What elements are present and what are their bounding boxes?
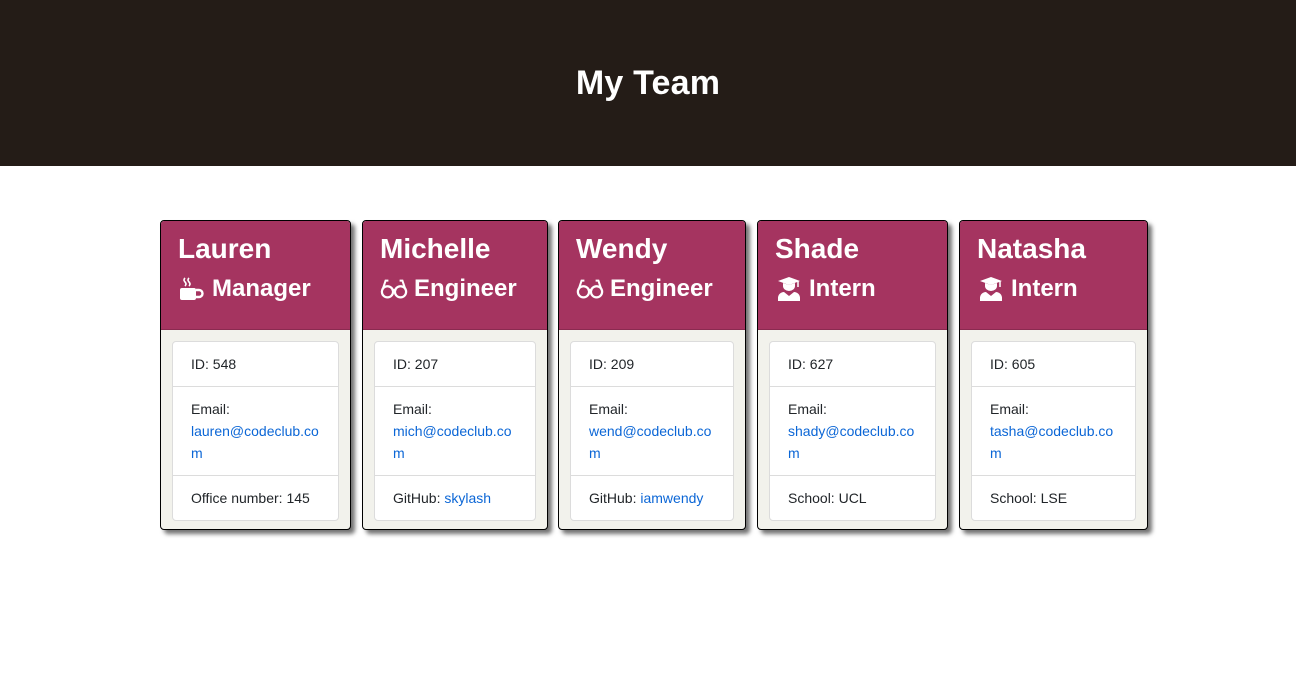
member-role-label: Engineer (610, 275, 713, 302)
glasses-icon (576, 276, 604, 302)
email-link[interactable]: shady@codeclub.com (788, 423, 914, 461)
member-school: School: LSE (990, 490, 1068, 506)
github-label: GitHub: (393, 490, 445, 506)
email-label: Email: (191, 401, 230, 417)
card-header: Natasha Intern (960, 221, 1147, 330)
member-id: ID: 548 (173, 342, 338, 387)
member-role: Manager (178, 275, 333, 303)
member-email-row: Email: mich@codeclub.com (375, 387, 535, 476)
member-details-list: ID: 209 Email: wend@codeclub.com GitHub:… (570, 341, 734, 521)
card-body: ID: 605 Email: tasha@codeclub.com School… (960, 330, 1147, 521)
card-header: Shade Intern (758, 221, 947, 330)
email-link[interactable]: tasha@codeclub.com (990, 423, 1113, 461)
member-card-wendy: Wendy Engineer ID: 209 Email: wend@codec… (558, 220, 746, 530)
card-body: ID: 207 Email: mich@codeclub.com GitHub:… (363, 330, 547, 521)
member-role-label: Intern (809, 275, 876, 302)
card-header: Wendy Engineer (559, 221, 745, 330)
page-title: My Team (575, 63, 721, 102)
member-github-row: GitHub: skylash (375, 476, 535, 520)
card-header: Lauren Manager (161, 221, 350, 330)
member-role: Engineer (380, 275, 530, 303)
member-role: Intern (977, 275, 1130, 303)
member-email-row: Email: tasha@codeclub.com (972, 387, 1135, 476)
member-office-number: Office number: 145 (191, 490, 310, 506)
member-role: Engineer (576, 275, 728, 303)
member-id: ID: 605 (972, 342, 1135, 387)
member-details-list: ID: 627 Email: shady@codeclub.com School… (769, 341, 936, 521)
member-school: School: UCL (788, 490, 867, 506)
member-card-lauren: Lauren Manager ID: 548 Email: lauren@cod… (160, 220, 351, 530)
card-body: ID: 209 Email: wend@codeclub.com GitHub:… (559, 330, 745, 521)
email-label: Email: (589, 401, 628, 417)
member-card-natasha: Natasha Intern ID: 605 Email: tasha@code… (959, 220, 1148, 530)
member-role: Intern (775, 275, 930, 303)
member-role-label: Intern (1011, 275, 1078, 302)
github-link[interactable]: iamwendy (640, 490, 703, 506)
member-card-shade: Shade Intern ID: 627 Email: shady@codecl… (757, 220, 948, 530)
email-link[interactable]: mich@codeclub.com (393, 423, 512, 461)
email-label: Email: (788, 401, 827, 417)
card-body: ID: 627 Email: shady@codeclub.com School… (758, 330, 947, 521)
member-id: ID: 207 (375, 342, 535, 387)
member-email-row: Email: wend@codeclub.com (571, 387, 733, 476)
member-role-label: Engineer (414, 275, 517, 302)
member-id: ID: 209 (571, 342, 733, 387)
github-label: GitHub: (589, 490, 641, 506)
glasses-icon (380, 276, 408, 302)
member-email-row: Email: lauren@codeclub.com (173, 387, 338, 476)
email-link[interactable]: lauren@codeclub.com (191, 423, 319, 461)
team-cards-container: Lauren Manager ID: 548 Email: lauren@cod… (0, 166, 1296, 683)
email-label: Email: (393, 401, 432, 417)
email-link[interactable]: wend@codeclub.com (589, 423, 711, 461)
email-label: Email: (990, 401, 1029, 417)
graduate-icon (775, 276, 803, 302)
member-details-list: ID: 207 Email: mich@codeclub.com GitHub:… (374, 341, 536, 521)
coffee-mug-icon (178, 276, 206, 302)
member-name: Wendy (576, 233, 668, 264)
member-card-michelle: Michelle Engineer ID: 207 Email: mich@co… (362, 220, 548, 530)
github-link[interactable]: skylash (444, 490, 491, 506)
member-github-row: GitHub: iamwendy (571, 476, 733, 520)
graduate-icon (977, 276, 1005, 302)
member-details-list: ID: 605 Email: tasha@codeclub.com School… (971, 341, 1136, 521)
member-details-list: ID: 548 Email: lauren@codeclub.com Offic… (172, 341, 339, 521)
card-body: ID: 548 Email: lauren@codeclub.com Offic… (161, 330, 350, 521)
member-name: Shade (775, 233, 860, 264)
member-name: Michelle (380, 233, 491, 264)
member-id: ID: 627 (770, 342, 935, 387)
member-name: Natasha (977, 233, 1086, 264)
member-role-label: Manager (212, 275, 311, 302)
page-header: My Team (0, 0, 1296, 166)
member-email-row: Email: shady@codeclub.com (770, 387, 935, 476)
card-header: Michelle Engineer (363, 221, 547, 330)
member-name: Lauren (178, 233, 272, 264)
